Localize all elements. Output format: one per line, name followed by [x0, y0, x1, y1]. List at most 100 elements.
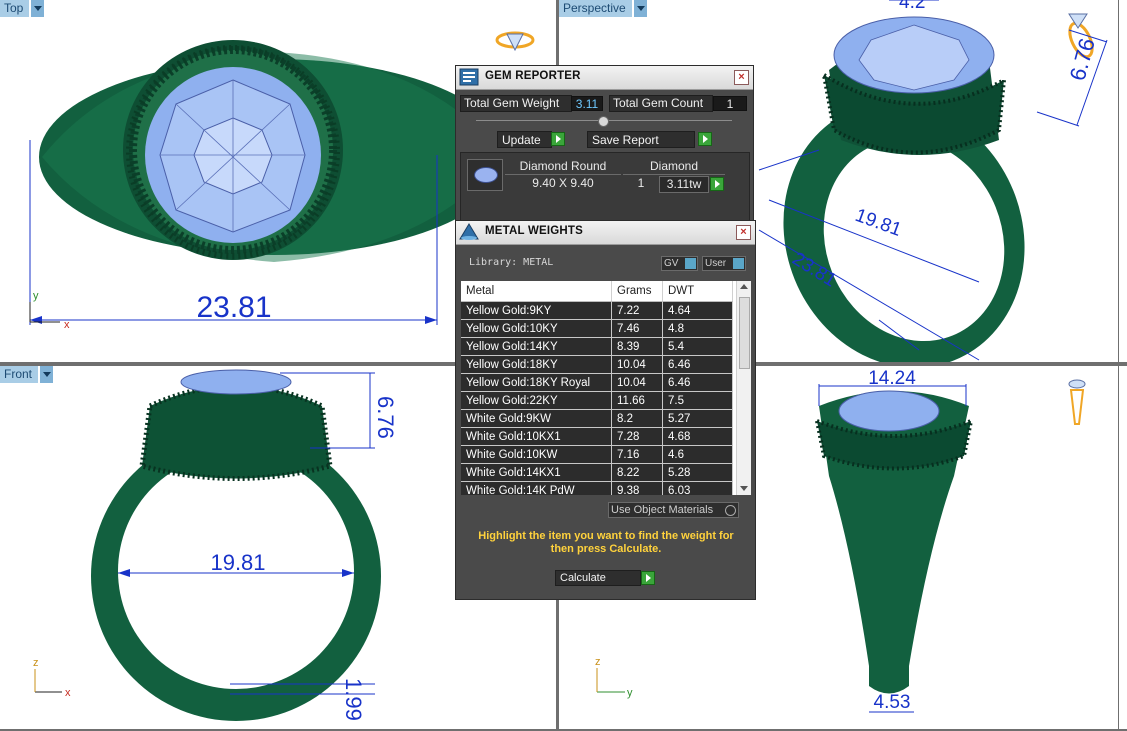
- cell-grams: 11.66: [611, 391, 663, 410]
- cell-grams: 8.22: [611, 463, 663, 482]
- calculate-hint: Highlight the item you want to find the …: [478, 530, 734, 555]
- viewport-top-tab[interactable]: Top: [0, 0, 45, 17]
- cell-dwt: 7.5: [662, 391, 733, 410]
- column-header-dwt[interactable]: DWT: [662, 281, 733, 302]
- cell-metal: White Gold:10KW: [461, 445, 612, 464]
- cell-dwt: 6.46: [662, 355, 733, 374]
- user-toggle-label: User: [705, 258, 727, 269]
- use-object-materials-label: Use Object Materials: [611, 504, 714, 516]
- metal-table[interactable]: Metal Grams DWT Yellow Gold:9KY 7.22 4.64 Y…: [461, 281, 751, 495]
- chevron-down-icon[interactable]: [633, 0, 647, 17]
- total-gem-weight-value: 3.11: [571, 96, 603, 111]
- cell-dwt: 5.4: [662, 337, 733, 356]
- chevron-down-icon[interactable]: [31, 0, 45, 17]
- chevron-down-icon[interactable]: [40, 366, 54, 383]
- scrollbar-thumb[interactable]: [739, 297, 750, 369]
- table-row[interactable]: White Gold:14KX1 8.22 5.28: [461, 463, 733, 482]
- slider-handle[interactable]: [598, 116, 609, 127]
- cell-metal: Yellow Gold:18KY Royal: [461, 373, 612, 392]
- gem-report-icon: [459, 68, 479, 86]
- cell-grams: 9.38: [611, 481, 663, 495]
- gem-type: Diamond: [623, 159, 725, 175]
- cell-metal: White Gold:14KX1: [461, 463, 612, 482]
- metal-table-scrollbar[interactable]: [736, 281, 751, 495]
- cell-dwt: 6.46: [662, 373, 733, 392]
- dimension-perspective-a: 4.2: [899, 0, 925, 13]
- column-header-metal[interactable]: Metal: [461, 281, 612, 302]
- table-row[interactable]: Yellow Gold:22KY 11.66 7.5: [461, 391, 733, 410]
- cell-grams: 8.39: [611, 337, 663, 356]
- gem-reporter-panel: GEM REPORTER × Total Gem Weight 3.11 Tot…: [455, 65, 754, 227]
- table-row[interactable]: White Gold:10KX1 7.28 4.68: [461, 427, 733, 446]
- column-header-grams[interactable]: Grams: [611, 281, 663, 302]
- axis-x-label: x: [65, 687, 71, 699]
- dimension-right-b: 4.53: [874, 692, 911, 713]
- dimension-front-a: 6.76: [373, 396, 398, 439]
- table-row[interactable]: White Gold:9KW 8.2 5.27: [461, 409, 733, 428]
- user-toggle[interactable]: User: [702, 256, 746, 271]
- close-icon[interactable]: ×: [736, 225, 751, 240]
- viewport-perspective-tab[interactable]: Perspective: [559, 0, 647, 17]
- table-row[interactable]: White Gold:10KW 7.16 4.6: [461, 445, 733, 464]
- save-report-button[interactable]: Save Report: [587, 131, 695, 148]
- axis-z-label: z: [595, 656, 601, 668]
- cell-grams: 7.28: [611, 427, 663, 446]
- gem-reporter-titlebar[interactable]: GEM REPORTER ×: [456, 66, 753, 90]
- gem-size: 9.40 X 9.40: [532, 176, 594, 190]
- metal-weights-titlebar[interactable]: METAL WEIGHTS ×: [456, 221, 755, 245]
- library-label: Library: METAL: [469, 257, 554, 268]
- viewport-perspective-label: Perspective: [559, 0, 632, 17]
- calculate-button[interactable]: Calculate: [555, 570, 641, 586]
- table-row[interactable]: Yellow Gold:18KY Royal 10.04 6.46: [461, 373, 733, 392]
- metal-weights-title: METAL WEIGHTS: [485, 225, 584, 237]
- dimension-top-width: 23.81: [196, 291, 271, 324]
- cell-dwt: 4.6: [662, 445, 733, 464]
- play-icon[interactable]: [641, 571, 655, 585]
- scroll-up-icon[interactable]: [740, 284, 748, 289]
- gem-reporter-title: GEM REPORTER: [485, 70, 581, 82]
- cell-metal: Yellow Gold:10KY: [461, 319, 612, 338]
- axis-x-label: x: [64, 319, 70, 331]
- gv-toggle-label: GV: [664, 258, 679, 269]
- dimension-right-a: 14.24: [868, 368, 916, 389]
- diamond-round-icon: [467, 159, 503, 191]
- cell-grams: 7.16: [611, 445, 663, 464]
- table-row[interactable]: Yellow Gold:14KY 8.39 5.4: [461, 337, 733, 356]
- gem-row[interactable]: Diamond Round Diamond 9.40 X 9.40 1 3.11…: [465, 157, 745, 193]
- use-object-materials-checkbox[interactable]: Use Object Materials: [608, 502, 739, 518]
- table-row[interactable]: Yellow Gold:9KY 7.22 4.64: [461, 301, 733, 320]
- play-icon[interactable]: [698, 132, 712, 146]
- update-button[interactable]: Update: [497, 131, 552, 148]
- cell-dwt: 4.64: [662, 301, 733, 320]
- play-icon[interactable]: [710, 177, 724, 191]
- cell-metal: White Gold:10KX1: [461, 427, 612, 446]
- play-icon[interactable]: [551, 132, 565, 146]
- cell-metal: Yellow Gold:9KY: [461, 301, 612, 320]
- cell-metal: White Gold:14K PdW: [461, 481, 612, 495]
- cell-dwt: 6.03: [662, 481, 733, 495]
- gem-name: Diamond Round: [505, 159, 621, 175]
- cell-grams: 7.46: [611, 319, 663, 338]
- table-row[interactable]: White Gold:14K PdW 9.38 6.03: [461, 481, 733, 495]
- cell-grams: 7.22: [611, 301, 663, 320]
- dimension-front-b: 19.81: [210, 550, 265, 575]
- viewport-top-label: Top: [0, 0, 30, 17]
- total-gem-count-label: Total Gem Count: [609, 95, 713, 112]
- viewport-front-tab[interactable]: Front: [0, 366, 54, 383]
- cell-dwt: 4.8: [662, 319, 733, 338]
- cell-dwt: 5.28: [662, 463, 733, 482]
- checkbox-icon: [725, 505, 736, 516]
- table-row[interactable]: Yellow Gold:18KY 10.04 6.46: [461, 355, 733, 374]
- close-icon[interactable]: ×: [734, 70, 749, 85]
- total-gem-count-value: 1: [713, 96, 747, 111]
- gv-toggle[interactable]: GV: [661, 256, 698, 271]
- axis-y-label: y: [627, 687, 633, 699]
- gem-weight: 3.11tw: [659, 176, 709, 193]
- table-row[interactable]: Yellow Gold:10KY 7.46 4.8: [461, 319, 733, 338]
- scroll-down-icon[interactable]: [740, 486, 748, 491]
- cell-grams: 10.04: [611, 355, 663, 374]
- cell-metal: Yellow Gold:22KY: [461, 391, 612, 410]
- gem-list: Diamond Round Diamond 9.40 X 9.40 1 3.11…: [460, 152, 750, 224]
- metal-weights-panel: METAL WEIGHTS × Library: METAL GV User M…: [455, 220, 756, 600]
- cell-dwt: 4.68: [662, 427, 733, 446]
